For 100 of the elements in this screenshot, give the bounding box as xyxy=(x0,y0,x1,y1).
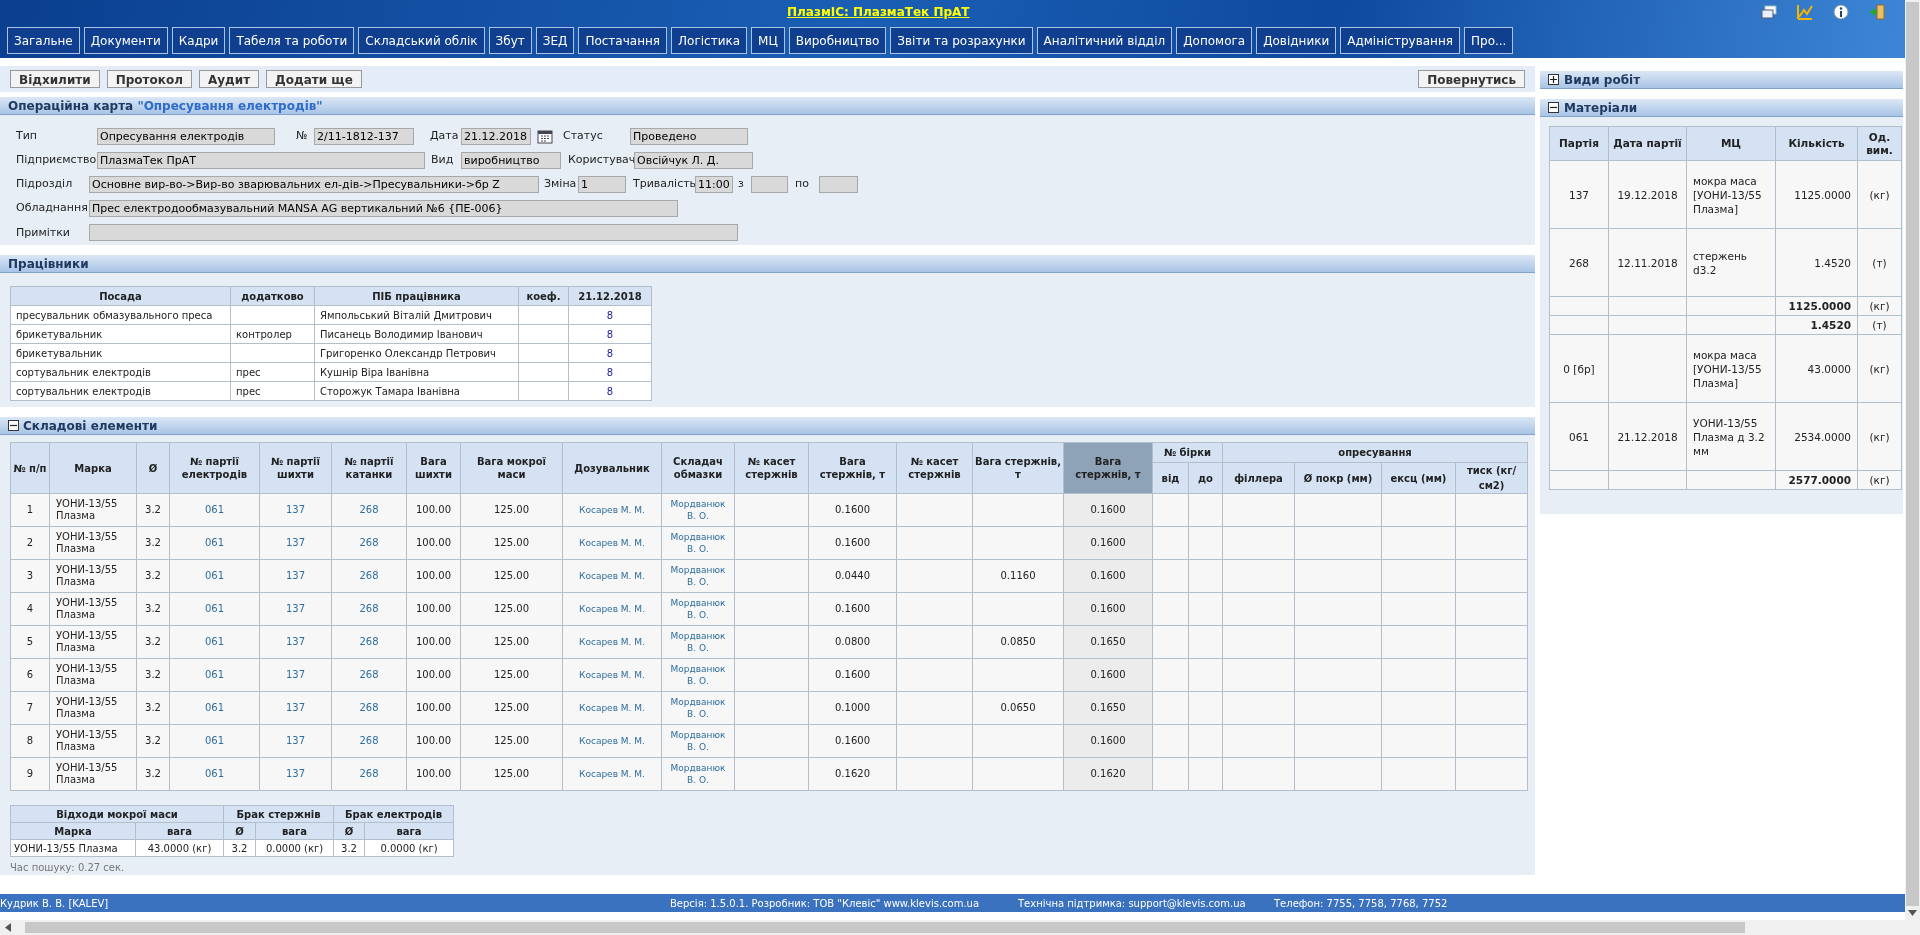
down-arrow-icon[interactable] xyxy=(1908,910,1917,916)
input-field[interactable]: Овсійчук Л. Д. xyxy=(634,151,753,169)
menu-button[interactable]: Збут xyxy=(488,27,532,54)
table-cell: (кг) xyxy=(1857,470,1902,490)
input-field[interactable] xyxy=(89,224,738,242)
menu-button[interactable]: Виробництво xyxy=(788,27,887,54)
link[interactable]: 061 xyxy=(204,636,225,647)
collapse-icon[interactable] xyxy=(1548,102,1559,113)
left-arrow-icon[interactable] xyxy=(5,923,11,932)
input-field[interactable]: Прес електродообмазувальний MANSA AG вертикальний №6 {ПЕ-006} xyxy=(89,200,678,218)
menu-button[interactable]: Довідники xyxy=(1256,27,1337,54)
link[interactable]: 137 xyxy=(285,702,306,713)
table-cell: контролер xyxy=(230,324,315,344)
link[interactable]: 061 xyxy=(204,603,225,614)
input-field[interactable]: Опресування електродів xyxy=(97,127,275,145)
input-field[interactable]: виробництво xyxy=(461,151,561,169)
link[interactable]: 137 xyxy=(285,537,306,548)
table-cell: 125.00 xyxy=(460,625,563,659)
link[interactable]: 268 xyxy=(359,702,379,713)
info-icon[interactable] xyxy=(1833,4,1849,20)
table-cell: 100.00 xyxy=(406,493,461,527)
link[interactable]: 061 xyxy=(204,735,225,746)
table-cell: 125.00 xyxy=(460,691,563,725)
column-header: № касет стержнів xyxy=(896,442,973,494)
input-field[interactable]: 21.12.2018 xyxy=(461,127,531,145)
user-name: Кудрик В. В. [KALEV] xyxy=(0,896,109,911)
expand-icon[interactable] xyxy=(1548,74,1559,85)
menu-button[interactable]: Постачання xyxy=(578,27,668,54)
table-cell: Писанець Володимир Іванович xyxy=(314,324,519,344)
menu-button[interactable]: Адміністрування xyxy=(1340,27,1460,54)
toolbar-button[interactable]: Додати ще xyxy=(266,70,362,88)
input-field[interactable] xyxy=(819,176,858,193)
input-field[interactable]: Основне вир-во->Вир-во зварювальних ел-дів->Пресувальники->бр Z xyxy=(89,176,539,193)
menu-button[interactable]: Звіти та розрахунки xyxy=(890,27,1033,54)
link[interactable]: 8 xyxy=(606,385,614,397)
link[interactable]: 137 xyxy=(285,504,306,515)
horizontal-scrollbar[interactable] xyxy=(0,920,1920,935)
link[interactable]: 268 xyxy=(359,537,379,548)
link[interactable]: 268 xyxy=(359,669,379,680)
menu-button[interactable]: Загальне xyxy=(7,27,80,54)
collapse-icon[interactable] xyxy=(8,420,19,431)
link[interactable]: 061 xyxy=(204,669,225,680)
vertical-scrollbar[interactable] xyxy=(1905,0,1920,920)
link[interactable]: 8 xyxy=(606,347,614,359)
link[interactable]: 268 xyxy=(359,636,379,647)
calendar-icon[interactable] xyxy=(537,128,553,144)
exit-icon[interactable] xyxy=(1869,4,1885,20)
link[interactable]: 137 xyxy=(285,735,306,746)
column-header: 21.12.2018 xyxy=(568,286,652,306)
field-label: Обладнання xyxy=(16,200,89,217)
menu-button[interactable]: Кадри xyxy=(171,27,226,54)
input-field[interactable]: 1 xyxy=(578,176,626,193)
section-header[interactable]: Види робіт xyxy=(1540,71,1903,89)
link[interactable]: 268 xyxy=(359,504,379,515)
link[interactable]: 268 xyxy=(359,570,379,581)
menu-button[interactable]: Табеля та роботи xyxy=(229,27,355,54)
windows-icon[interactable] xyxy=(1761,5,1777,19)
menu-button[interactable]: Аналітичний відділ xyxy=(1036,27,1173,54)
input-field[interactable]: 2/11-1812-137 xyxy=(314,127,414,145)
link[interactable]: 137 xyxy=(285,768,306,779)
link[interactable]: 8 xyxy=(606,366,614,378)
toolbar-button[interactable]: Відхилити xyxy=(10,70,100,88)
link[interactable]: 8 xyxy=(606,328,614,340)
column-header: філлера xyxy=(1222,462,1295,494)
input-field[interactable]: ПлазмаТек ПрАТ xyxy=(97,151,425,169)
table-cell: 100.00 xyxy=(406,691,461,725)
input-field[interactable]: 11:00 xyxy=(695,176,733,193)
link[interactable]: 268 xyxy=(359,735,379,746)
link[interactable]: 137 xyxy=(285,570,306,581)
column-header: № партії шихти xyxy=(259,442,332,494)
link[interactable]: 137 xyxy=(285,636,306,647)
column-header: додатково xyxy=(230,286,315,306)
app-title[interactable]: ПлазмІС: ПлазмаТек ПрАТ xyxy=(787,3,970,21)
input-field[interactable] xyxy=(751,176,788,193)
table-cell: Сторожук Тамара Іванівна xyxy=(314,381,519,401)
link[interactable]: 268 xyxy=(359,603,379,614)
link[interactable]: 137 xyxy=(285,669,306,680)
link[interactable]: 061 xyxy=(204,504,225,515)
input-field[interactable]: Проведено xyxy=(630,127,748,145)
menu-button[interactable]: Допомога xyxy=(1176,27,1253,54)
link[interactable]: 137 xyxy=(285,603,306,614)
toolbar-button[interactable]: Аудит xyxy=(198,70,260,88)
section-title: Операційна карта "Опресування електродів" xyxy=(8,97,323,115)
menu-button[interactable]: Документи xyxy=(83,27,168,54)
menu-button[interactable]: Складський облік xyxy=(358,27,485,54)
menu-button[interactable]: МЦ xyxy=(751,27,785,54)
menu-button[interactable]: Про... xyxy=(1464,27,1514,54)
menu-button[interactable]: ЗЕД xyxy=(535,27,575,54)
toolbar-button[interactable]: Протокол xyxy=(106,70,192,88)
table-cell: УОНИ-13/55 Плазма xyxy=(49,658,137,692)
link[interactable]: 268 xyxy=(359,768,379,779)
link[interactable]: 061 xyxy=(204,768,225,779)
section-header[interactable]: Матеріали xyxy=(1540,99,1903,117)
link[interactable]: 061 xyxy=(204,570,225,581)
link[interactable]: 061 xyxy=(204,702,225,713)
link[interactable]: 8 xyxy=(606,309,614,321)
menu-button[interactable]: Логістика xyxy=(671,27,748,54)
link[interactable]: 061 xyxy=(204,537,225,548)
return-button[interactable]: Повернутись xyxy=(1418,70,1525,88)
table-cell: УОНИ-13/55 Плазма xyxy=(49,493,137,527)
